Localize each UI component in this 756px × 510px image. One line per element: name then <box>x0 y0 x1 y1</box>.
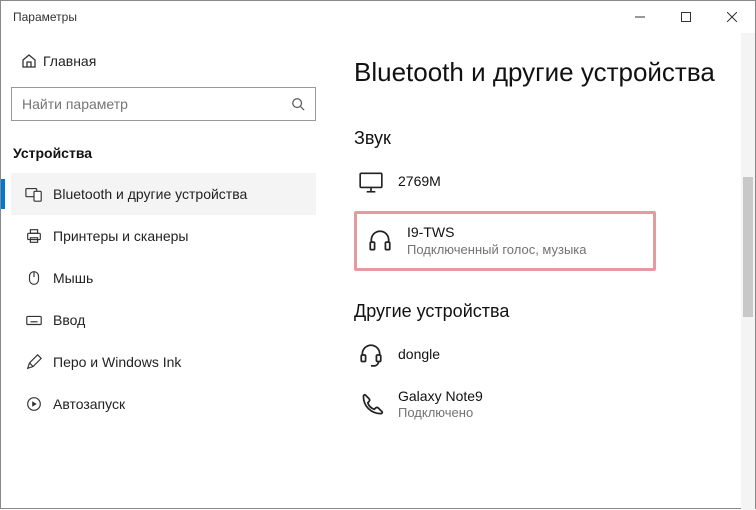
maximize-button[interactable] <box>663 1 709 33</box>
mouse-icon <box>25 269 53 287</box>
scrollbar[interactable] <box>741 33 755 510</box>
device-name: Galaxy Note9 <box>398 388 483 406</box>
sidebar-item-typing[interactable]: Ввод <box>11 299 316 341</box>
pen-icon <box>25 353 53 371</box>
autoplay-icon <box>25 395 53 413</box>
sidebar-item-label: Мышь <box>53 270 93 286</box>
scrollbar-thumb[interactable] <box>743 177 753 317</box>
other-group-title: Другие устройства <box>354 301 735 322</box>
device-name: 2769M <box>398 173 441 191</box>
main-content: Bluetooth и другие устройства Звук 2769M… <box>326 33 755 510</box>
titlebar: Параметры <box>1 1 755 33</box>
device-status: Подключено <box>398 405 483 421</box>
sidebar-item-mouse[interactable]: Мышь <box>11 257 316 299</box>
minimize-button[interactable] <box>617 1 663 33</box>
home-label: Главная <box>43 53 96 69</box>
search-input[interactable] <box>22 96 291 112</box>
sidebar-item-pen[interactable]: Перо и Windows Ink <box>11 341 316 383</box>
sidebar-item-bluetooth[interactable]: Bluetooth и другие устройства <box>11 173 316 215</box>
sidebar-item-label: Принтеры и сканеры <box>53 228 188 244</box>
phone-icon <box>358 392 398 418</box>
sidebar-item-label: Bluetooth и другие устройства <box>53 186 247 202</box>
window-title: Параметры <box>13 10 617 24</box>
headset-icon <box>358 342 398 368</box>
sidebar-item-printers[interactable]: Принтеры и сканеры <box>11 215 316 257</box>
search-box[interactable] <box>11 87 316 121</box>
printer-icon <box>25 227 53 245</box>
sidebar-item-autoplay[interactable]: Автозапуск <box>11 383 316 425</box>
close-button[interactable] <box>709 1 755 33</box>
device-status: Подключенный голос, музыка <box>407 242 587 258</box>
headphones-icon <box>367 228 407 254</box>
device-name: I9-TWS <box>407 224 587 242</box>
sidebar-item-label: Перо и Windows Ink <box>53 354 181 370</box>
sidebar: Главная Устройства Bluetooth и другие ус… <box>1 33 326 510</box>
highlighted-device: I9-TWS Подключенный голос, музыка <box>354 211 656 271</box>
device-phone[interactable]: Galaxy Note9 Подключено <box>354 382 735 428</box>
devices-icon <box>25 185 53 203</box>
home-link[interactable]: Главная <box>11 45 316 77</box>
sidebar-item-label: Ввод <box>53 312 85 328</box>
device-headphones[interactable]: I9-TWS Подключенный голос, музыка <box>365 224 645 258</box>
sidebar-item-label: Автозапуск <box>53 396 125 412</box>
window-controls <box>617 1 755 33</box>
keyboard-icon <box>25 311 53 329</box>
audio-group-title: Звук <box>354 128 735 149</box>
search-icon <box>291 97 305 111</box>
device-dongle[interactable]: dongle <box>354 336 735 374</box>
home-icon <box>21 53 43 69</box>
monitor-icon <box>358 169 398 195</box>
page-title: Bluetooth и другие устройства <box>354 57 735 88</box>
device-name: dongle <box>398 346 440 364</box>
sidebar-section-label: Устройства <box>11 139 316 173</box>
device-monitor[interactable]: 2769M <box>354 163 735 201</box>
